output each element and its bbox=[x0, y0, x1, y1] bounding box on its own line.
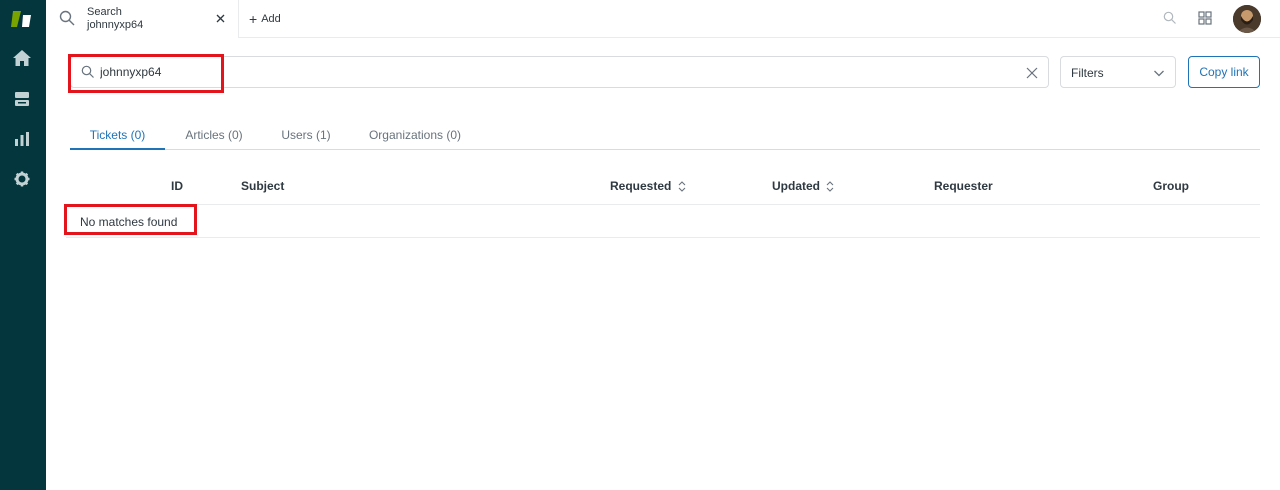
tab-articles[interactable]: Articles (0) bbox=[175, 122, 253, 150]
sort-icon bbox=[678, 181, 686, 193]
result-tabs: Tickets (0) Articles (0) Users (1) Organ… bbox=[70, 122, 1260, 150]
apps-grid-icon bbox=[1198, 11, 1212, 25]
global-search-button[interactable] bbox=[1163, 11, 1179, 27]
column-header-updated-label: Updated bbox=[772, 179, 820, 193]
close-icon bbox=[1026, 67, 1038, 79]
avatar-icon bbox=[1233, 5, 1261, 33]
apps-button[interactable] bbox=[1198, 11, 1214, 27]
tab-tickets[interactable]: Tickets (0) bbox=[70, 122, 165, 150]
filters-dropdown[interactable]: Filters bbox=[1060, 56, 1176, 88]
no-matches-message: No matches found bbox=[80, 215, 178, 229]
tab-organizations[interactable]: Organizations (0) bbox=[366, 122, 464, 150]
nav-reporting[interactable] bbox=[11, 128, 33, 150]
views-icon bbox=[15, 92, 29, 106]
search-icon bbox=[81, 65, 94, 78]
filters-label: Filters bbox=[1071, 66, 1104, 80]
nav-views[interactable] bbox=[11, 88, 33, 110]
table-header: ID Subject Requested Updated Requester G… bbox=[66, 170, 1260, 205]
table-row: No matches found bbox=[66, 205, 1260, 238]
user-avatar[interactable] bbox=[1233, 5, 1261, 33]
chevron-down-icon bbox=[1154, 70, 1164, 77]
tab-close-button[interactable] bbox=[213, 11, 227, 25]
search-field bbox=[70, 56, 1049, 88]
add-tab-label: Add bbox=[261, 13, 281, 25]
column-header-group[interactable]: Group bbox=[1153, 179, 1189, 193]
search-icon bbox=[59, 10, 75, 26]
column-header-id[interactable]: ID bbox=[171, 179, 183, 193]
zendesk-logo-icon[interactable] bbox=[11, 9, 33, 29]
tab-search[interactable]: Search johnnyxp64 bbox=[46, 0, 239, 38]
nav-home[interactable] bbox=[11, 47, 33, 69]
column-header-subject[interactable]: Subject bbox=[241, 179, 284, 193]
app-root: Search johnnyxp64 + Add johnnyxp64 Filte… bbox=[0, 0, 1280, 490]
close-icon bbox=[216, 14, 224, 22]
copy-link-button[interactable]: Copy link bbox=[1188, 56, 1260, 88]
search-input[interactable] bbox=[100, 61, 1000, 83]
column-header-requester[interactable]: Requester bbox=[934, 179, 993, 193]
plus-icon: + bbox=[249, 11, 258, 27]
bar-chart-icon bbox=[15, 132, 29, 146]
column-header-requested-label: Requested bbox=[610, 179, 672, 193]
tab-subtitle: johnnyxp64 bbox=[87, 19, 144, 31]
sort-icon bbox=[826, 181, 834, 193]
nav-admin[interactable] bbox=[11, 168, 33, 190]
add-tab-button[interactable]: + Add bbox=[249, 11, 281, 27]
top-bar: Search johnnyxp64 + Add bbox=[46, 0, 1280, 38]
home-icon bbox=[13, 50, 31, 66]
gear-icon bbox=[14, 171, 30, 187]
column-header-requested[interactable]: Requested bbox=[610, 179, 686, 193]
search-icon bbox=[1163, 11, 1176, 24]
tab-users[interactable]: Users (1) bbox=[275, 122, 337, 150]
clear-search-button[interactable] bbox=[1026, 66, 1040, 80]
tab-title: Search bbox=[87, 6, 122, 18]
column-header-updated[interactable]: Updated bbox=[772, 179, 834, 193]
left-nav bbox=[0, 0, 46, 490]
